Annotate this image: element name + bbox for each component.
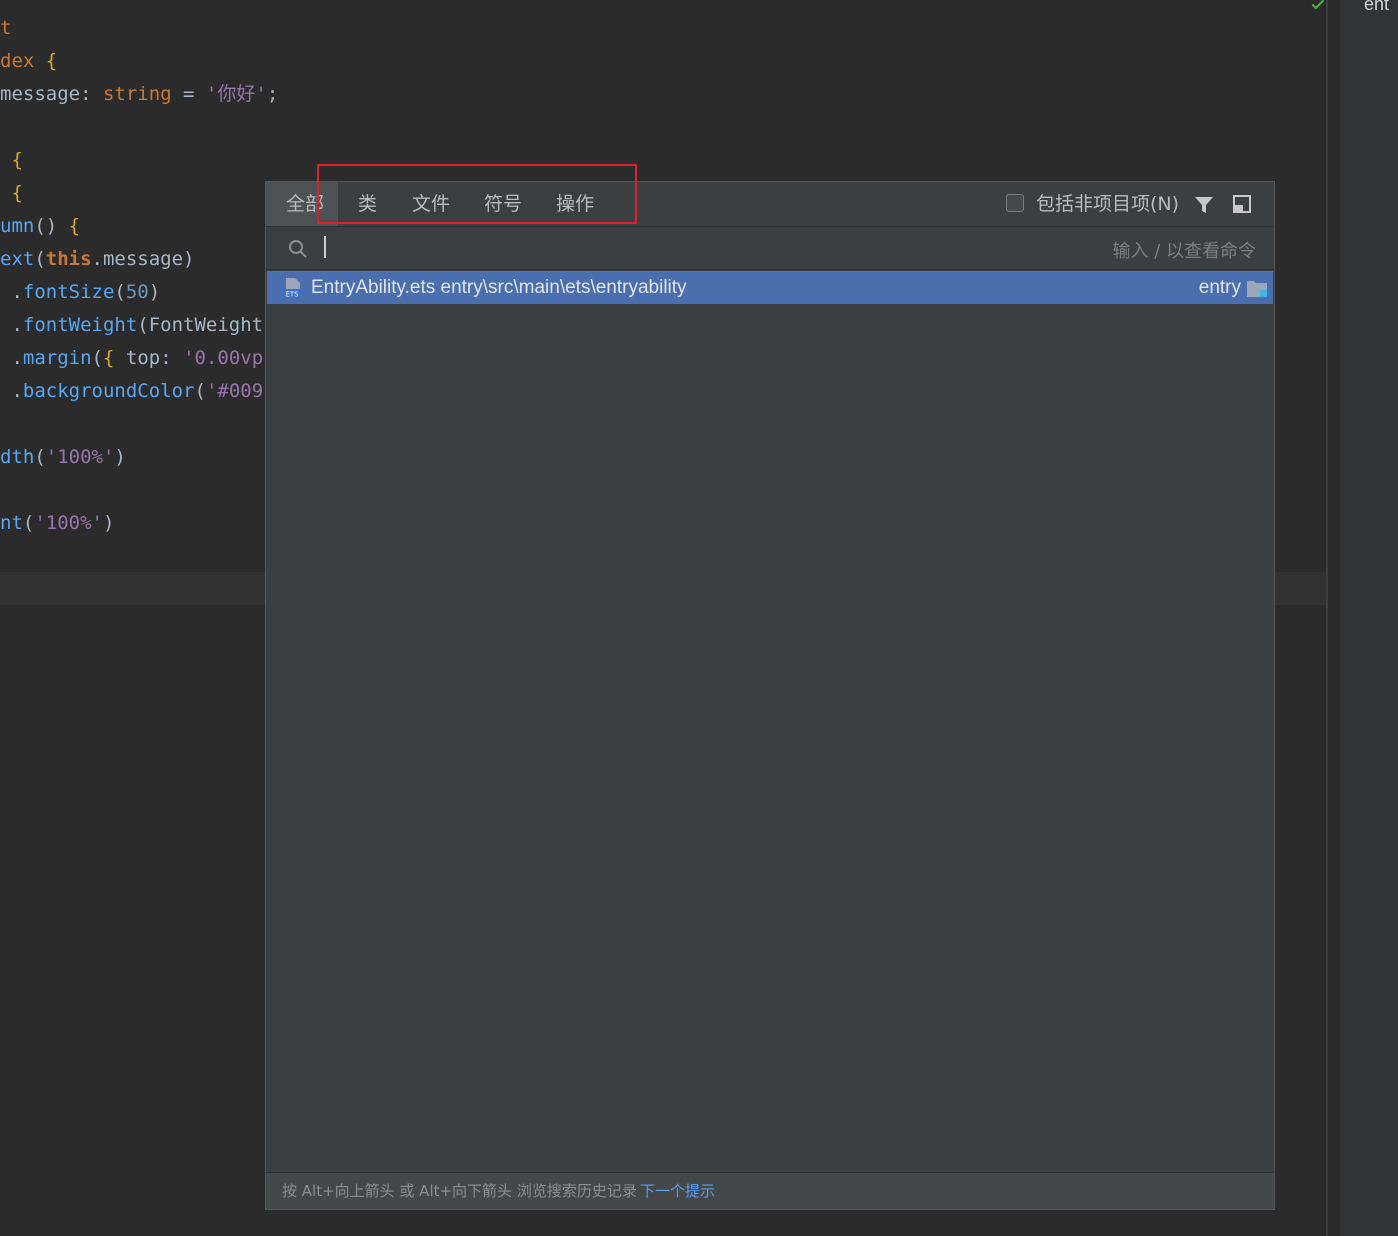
search-input[interactable] <box>326 233 1030 265</box>
footer-hint: 按 Alt+向上箭头 或 Alt+向下箭头 浏览搜索历史记录 <box>282 1182 637 1200</box>
search-row: 输入 / 以查看命令 <box>266 227 1274 270</box>
code-line: dex { <box>0 50 58 72</box>
result-module: entry <box>1198 277 1241 298</box>
code-line: .fontSize(50) <box>0 281 161 303</box>
footer-bar: 按 Alt+向上箭头 或 Alt+向下箭头 浏览搜索历史记录 下一个提示 <box>266 1172 1274 1209</box>
search-everywhere-popup: 全部 类 文件 符号 操作 包括非项目项(N) 输入 / 以查看命令 ETS E… <box>265 181 1275 1210</box>
svg-text:ETS: ETS <box>285 291 299 299</box>
search-hint: 输入 / 以查看命令 <box>1112 241 1256 262</box>
filter-icon[interactable] <box>1194 195 1214 215</box>
search-icon <box>289 240 307 258</box>
code-line: t <box>0 17 12 39</box>
tab-symbols[interactable]: 符号 <box>484 182 522 226</box>
module-folder-icon <box>1247 281 1267 297</box>
scrollbar-track[interactable] <box>1326 0 1328 1236</box>
tab-classes[interactable]: 类 <box>358 182 377 226</box>
tab-files[interactable]: 文件 <box>412 182 450 226</box>
code-line: nt('100%') <box>0 512 115 534</box>
right-editor-panel[interactable] <box>1340 0 1398 1236</box>
code-line: .backgroundColor('#009 <box>0 380 264 402</box>
code-line: umn() { <box>0 215 81 237</box>
tab-bar: 全部 类 文件 符号 操作 包括非项目项(N) <box>266 182 1274 227</box>
include-non-project-label[interactable]: 包括非项目项(N) <box>1036 182 1179 226</box>
code-line: dth('100%') <box>0 446 126 468</box>
code-line: { <box>11 149 23 171</box>
right-panel-tab-label[interactable]: ent <box>1364 0 1389 15</box>
code-line: .fontWeight(FontWeight <box>0 314 264 336</box>
code-line: ext(this.message) <box>0 248 195 270</box>
tab-all[interactable]: 全部 <box>266 182 339 226</box>
tab-actions[interactable]: 操作 <box>556 182 594 226</box>
code-line: { <box>11 182 23 204</box>
code-line: message: string = '你好'; <box>0 83 279 105</box>
include-non-project-checkbox[interactable] <box>1006 194 1024 212</box>
result-row[interactable]: ETS EntryAbility.ets entry\src\main\ets\… <box>267 271 1273 304</box>
ets-file-icon: ETS <box>282 278 302 299</box>
next-tip-link[interactable]: 下一个提示 <box>640 1173 715 1209</box>
text-caret <box>324 236 326 258</box>
open-in-tool-window-icon[interactable] <box>1233 195 1251 213</box>
result-path: EntryAbility.ets entry\src\main\ets\entr… <box>311 277 687 298</box>
code-line: .margin({ top: '0.00vp <box>0 347 264 369</box>
